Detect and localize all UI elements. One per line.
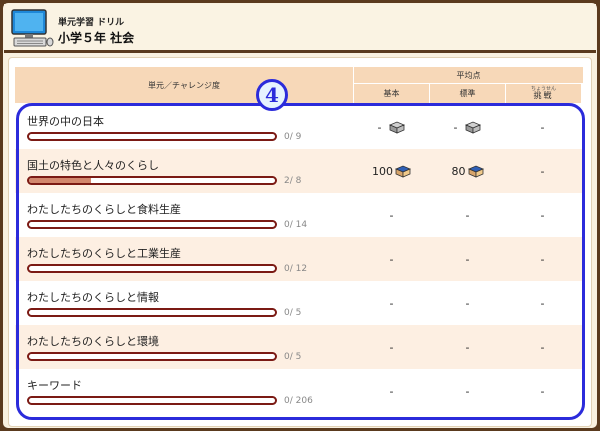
score-challenge: -	[505, 105, 580, 149]
score-value: 80	[451, 164, 466, 178]
column-header-standard: 標準	[430, 84, 505, 103]
progress-count: 0/ 5	[284, 352, 302, 362]
score-value: -	[540, 164, 545, 178]
unit-title[interactable]: わたしたちのくらしと食料生産	[27, 201, 181, 217]
score-value: -	[389, 340, 394, 354]
score-value: -	[453, 120, 458, 134]
unit-title[interactable]: 国土の特色と人々のくらし	[27, 157, 159, 173]
column-header-average: 平均点	[354, 67, 583, 83]
score-basic: 100	[354, 149, 429, 193]
score-value: -	[540, 120, 545, 134]
score-value: -	[465, 296, 470, 310]
score-basic: -	[354, 193, 429, 237]
unit-title[interactable]: 世界の中の日本	[27, 113, 104, 129]
blue-book-icon	[395, 165, 411, 178]
score-value: -	[377, 120, 382, 134]
score-standard: -	[430, 281, 505, 325]
progress-bar	[27, 308, 277, 317]
progress-fill	[29, 178, 91, 183]
column-header-unit: 単元／チャレンジ度	[15, 67, 353, 103]
header-subtitle: 単元学習 ドリル	[58, 18, 125, 28]
challenge-label: 挑戦	[533, 91, 554, 100]
score-basic: -	[354, 105, 429, 149]
score-standard: 80	[430, 149, 505, 193]
unit-row[interactable]: わたしたちのくらしと工業生産 0/ 12 - - -	[15, 237, 583, 281]
progress-count: 0/ 206	[284, 396, 313, 406]
score-value: -	[389, 208, 394, 222]
progress-count: 0/ 14	[284, 220, 308, 230]
unit-title[interactable]: わたしたちのくらしと情報	[27, 289, 159, 305]
unit-row[interactable]: キーワード 0/ 206 - - -	[15, 369, 583, 413]
score-standard: -	[430, 369, 505, 413]
gray-book-icon	[389, 121, 406, 134]
progress-count: 0/ 5	[284, 308, 302, 318]
score-standard: -	[430, 193, 505, 237]
page-title: 小学５年 社会	[58, 31, 135, 45]
score-challenge: -	[505, 369, 580, 413]
score-challenge: -	[505, 281, 580, 325]
progress-count: 0/ 12	[284, 264, 308, 274]
unit-row[interactable]: 国土の特色と人々のくらし 2/ 8 100 80 -	[15, 149, 583, 193]
score-value: -	[389, 384, 394, 398]
score-value: 100	[372, 164, 393, 178]
unit-row[interactable]: わたしたちのくらしと食料生産 0/ 14 - - -	[15, 193, 583, 237]
score-challenge: -	[505, 325, 580, 369]
score-basic: -	[354, 281, 429, 325]
score-value: -	[465, 384, 470, 398]
score-basic: -	[354, 369, 429, 413]
unit-row[interactable]: 世界の中の日本 0/ 9 - - -	[15, 105, 583, 149]
column-header-basic: 基本	[354, 84, 429, 103]
unit-title[interactable]: わたしたちのくらしと環境	[27, 333, 159, 349]
score-value: -	[465, 252, 470, 266]
blue-book-icon	[467, 165, 484, 178]
score-challenge: -	[505, 149, 580, 193]
progress-bar	[27, 352, 277, 361]
score-value: -	[540, 296, 545, 310]
column-header-challenge: ちょうせん 挑戦	[506, 84, 581, 103]
score-value: -	[389, 252, 394, 266]
score-value: -	[465, 340, 470, 354]
step-badge: 4	[256, 79, 288, 111]
gray-book-icon	[465, 121, 482, 134]
score-value: -	[540, 384, 545, 398]
score-value: -	[389, 296, 394, 310]
progress-bar	[27, 132, 277, 141]
score-value: -	[465, 208, 470, 222]
progress-bar	[27, 220, 277, 229]
unit-title[interactable]: わたしたちのくらしと工業生産	[27, 245, 181, 261]
progress-count: 2/ 8	[284, 176, 302, 186]
score-standard: -	[430, 105, 505, 149]
unit-row[interactable]: わたしたちのくらしと環境 0/ 5 - - -	[15, 325, 583, 369]
progress-bar	[27, 176, 277, 185]
progress-count: 0/ 9	[284, 132, 302, 142]
progress-bar	[27, 264, 277, 273]
progress-bar	[27, 396, 277, 405]
page-header: 単元学習 ドリル 小学５年 社会	[4, 4, 596, 53]
score-basic: -	[354, 237, 429, 281]
score-value: -	[540, 340, 545, 354]
unit-row[interactable]: わたしたちのくらしと情報 0/ 5 - - -	[15, 281, 583, 325]
unit-title[interactable]: キーワード	[27, 377, 82, 393]
score-basic: -	[354, 325, 429, 369]
score-challenge: -	[505, 237, 580, 281]
score-challenge: -	[505, 193, 580, 237]
computer-icon	[11, 9, 54, 47]
score-standard: -	[430, 325, 505, 369]
score-value: -	[540, 252, 545, 266]
score-standard: -	[430, 237, 505, 281]
score-value: -	[540, 208, 545, 222]
